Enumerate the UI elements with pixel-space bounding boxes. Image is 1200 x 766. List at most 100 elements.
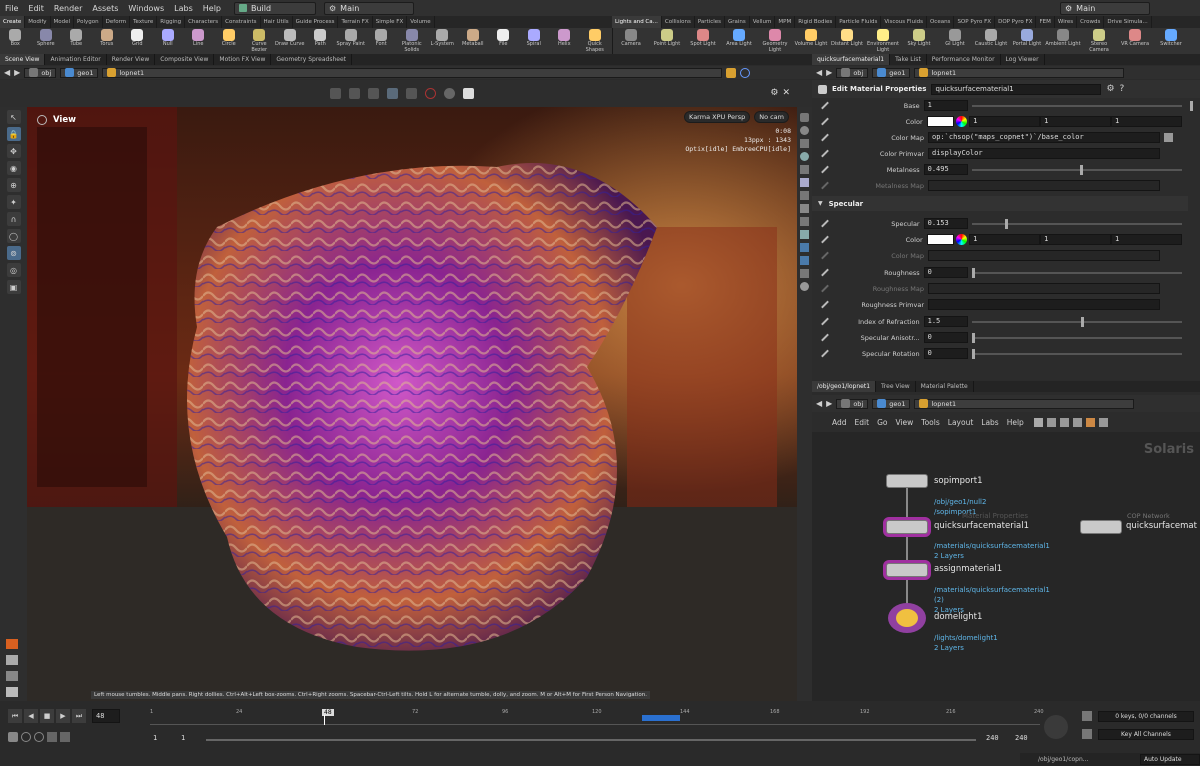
network-menu-tools[interactable]: Tools [917, 418, 943, 427]
network-menu-layout[interactable]: Layout [944, 418, 978, 427]
forward-arrow-icon[interactable]: ▶ [14, 68, 20, 77]
channel-brush-icon[interactable] [821, 349, 829, 358]
display-icon-8[interactable] [800, 204, 809, 213]
shelf-tab-right_tabs-9[interactable]: Oceans [927, 16, 955, 28]
network-shape-icon[interactable] [1098, 417, 1108, 427]
param-slider-knob[interactable] [1079, 164, 1083, 175]
shelf-tool-circle[interactable]: Circle [214, 28, 245, 54]
light-tool-icon[interactable]: ✦ [6, 195, 21, 209]
shelf-tab-right_tabs-10[interactable]: SOP Pyro FX [954, 16, 996, 28]
channel-brush-icon[interactable] [821, 251, 829, 260]
shelf-tab-left_tabs-4[interactable]: Deform [103, 16, 131, 28]
tab-motion-fx-view[interactable]: Motion FX View [214, 54, 272, 65]
param-slider[interactable] [971, 348, 1183, 359]
params-path-geo1[interactable]: geo1 [872, 67, 911, 78]
shelf-tab-right_tabs-15[interactable]: Drive Simula... [1104, 16, 1152, 28]
range-icon-3[interactable] [34, 732, 44, 742]
jump-end-icon[interactable]: ⏭ [72, 709, 86, 723]
pin-icon[interactable] [726, 67, 737, 78]
right-scene-dropdown[interactable]: ⚙ Main [1060, 1, 1150, 15]
network-grid-icon[interactable] [1046, 417, 1056, 427]
channel-brush-icon[interactable] [821, 181, 829, 190]
network-editor[interactable]: Solaris sopimport1 /obj/geo1/null2 /sopi… [812, 432, 1200, 701]
key-icon[interactable] [1082, 711, 1092, 721]
range-icon-5[interactable] [60, 732, 70, 742]
shelf-tool-portal-light[interactable]: Portal Light [1009, 28, 1045, 54]
network-list-icon[interactable] [1059, 417, 1069, 427]
menu-assets[interactable]: Assets [87, 4, 123, 13]
color-swatch[interactable] [926, 234, 955, 245]
tab-material-palette[interactable]: Material Palette [916, 381, 974, 392]
viewport-close-icon[interactable]: ✕ [782, 88, 790, 98]
channel-brush-icon[interactable] [821, 284, 829, 293]
shelf-tab-right_tabs-3[interactable]: Grains [725, 16, 750, 28]
shelf-tool-caustic-light[interactable]: Caustic Light [973, 28, 1009, 54]
shelf-tool-camera[interactable]: Camera [613, 28, 649, 54]
shelf-tool-metaball[interactable]: Metaball [458, 28, 489, 54]
shelf-tab-right_tabs-13[interactable]: Wires [1055, 16, 1078, 28]
display-options-icon[interactable] [406, 88, 417, 99]
shelf-tool-torus[interactable]: Torus [92, 28, 123, 54]
lighting-icon[interactable] [444, 88, 455, 99]
lasso-icon[interactable]: ◯ [6, 229, 21, 243]
renderer-dropdown[interactable]: Karma XPU Persp [684, 111, 751, 123]
channel-brush-icon[interactable] [821, 300, 829, 309]
shelf-tab-right_tabs-4[interactable]: Vellum [750, 16, 776, 28]
print-icon[interactable] [6, 687, 18, 697]
stop-render-icon[interactable] [425, 88, 436, 99]
tab-take-list[interactable]: Take List [890, 54, 927, 65]
shelf-tool-ambient-light[interactable]: Ambient Light [1045, 28, 1081, 54]
param-slider-knob[interactable] [971, 348, 975, 359]
network-forward-icon[interactable]: ▶ [826, 399, 832, 408]
channel-brush-icon[interactable] [821, 317, 829, 326]
menu-windows[interactable]: Windows [123, 4, 169, 13]
snapshot-icon[interactable] [463, 88, 474, 99]
network-wrench-icon[interactable] [1033, 417, 1043, 427]
select-tool-icon[interactable]: ↖ [6, 110, 21, 124]
step-back-icon[interactable]: ◀ [24, 709, 38, 723]
channel-brush-icon[interactable] [821, 235, 829, 244]
param-slider-knob[interactable] [1080, 316, 1084, 327]
tab-animation-editor[interactable]: Animation Editor [45, 54, 107, 65]
back-arrow-icon[interactable]: ◀ [4, 68, 10, 77]
camera-tool-icon[interactable]: ◎ [6, 263, 21, 277]
key-all-icon[interactable] [1082, 729, 1092, 739]
shelf-tool-sphere[interactable]: Sphere [31, 28, 62, 54]
path-geo1[interactable]: geo1 [60, 67, 99, 78]
shelf-tool-point-light[interactable]: Point Light [649, 28, 685, 54]
snap-icon[interactable] [349, 88, 360, 99]
network-color-icon[interactable] [1085, 417, 1095, 427]
param-text-field[interactable] [928, 299, 1160, 310]
shelf-tool-curve-bezier[interactable]: Curve Bezier [244, 28, 275, 54]
display-icon-1[interactable] [800, 113, 809, 122]
display-tool-icon[interactable] [6, 671, 18, 681]
channel-brush-icon[interactable] [821, 101, 829, 110]
view-tool-icon[interactable]: ⊚ [6, 246, 21, 260]
path-lopnet1[interactable]: lopnet1 [102, 67, 723, 78]
shelf-tab-right_tabs-2[interactable]: Particles [695, 16, 725, 28]
timeline-search-icon[interactable] [1044, 715, 1068, 739]
network-menu-add[interactable]: Add [828, 418, 851, 427]
jump-start-icon[interactable]: ⏮ [8, 709, 22, 723]
shelf-tab-right_tabs-5[interactable]: MPM [775, 16, 796, 28]
tab-tree-view[interactable]: Tree View [876, 381, 916, 392]
display-icon-14[interactable] [800, 282, 809, 291]
param-value-field[interactable]: 1.5 [923, 316, 968, 327]
params-path-obj[interactable]: obj [836, 67, 869, 78]
display-icon-10[interactable] [800, 230, 809, 239]
section-chevron-icon[interactable]: ▼ [818, 200, 823, 207]
param-text-field[interactable]: displayColor [928, 148, 1160, 159]
playhead[interactable] [324, 715, 325, 725]
shelf-tab-left_tabs-3[interactable]: Polygon [74, 16, 103, 28]
shelf-tab-right_tabs-11[interactable]: DOP Pyro FX [995, 16, 1037, 28]
keys-channels-field[interactable]: 0 keys, 0/0 channels [1098, 711, 1194, 722]
network-back-icon[interactable]: ◀ [816, 399, 822, 408]
display-icon-5[interactable] [800, 165, 809, 174]
select-mode-icon[interactable] [330, 88, 341, 99]
range-start2-field[interactable]: 1 [178, 734, 202, 745]
view-camera-icon[interactable] [37, 115, 47, 125]
network-path-obj[interactable]: obj [836, 398, 869, 409]
color-g-field[interactable]: 1 [1040, 234, 1112, 245]
tab-performance-monitor[interactable]: Performance Monitor [927, 54, 1001, 65]
param-slider-knob[interactable] [971, 332, 975, 343]
